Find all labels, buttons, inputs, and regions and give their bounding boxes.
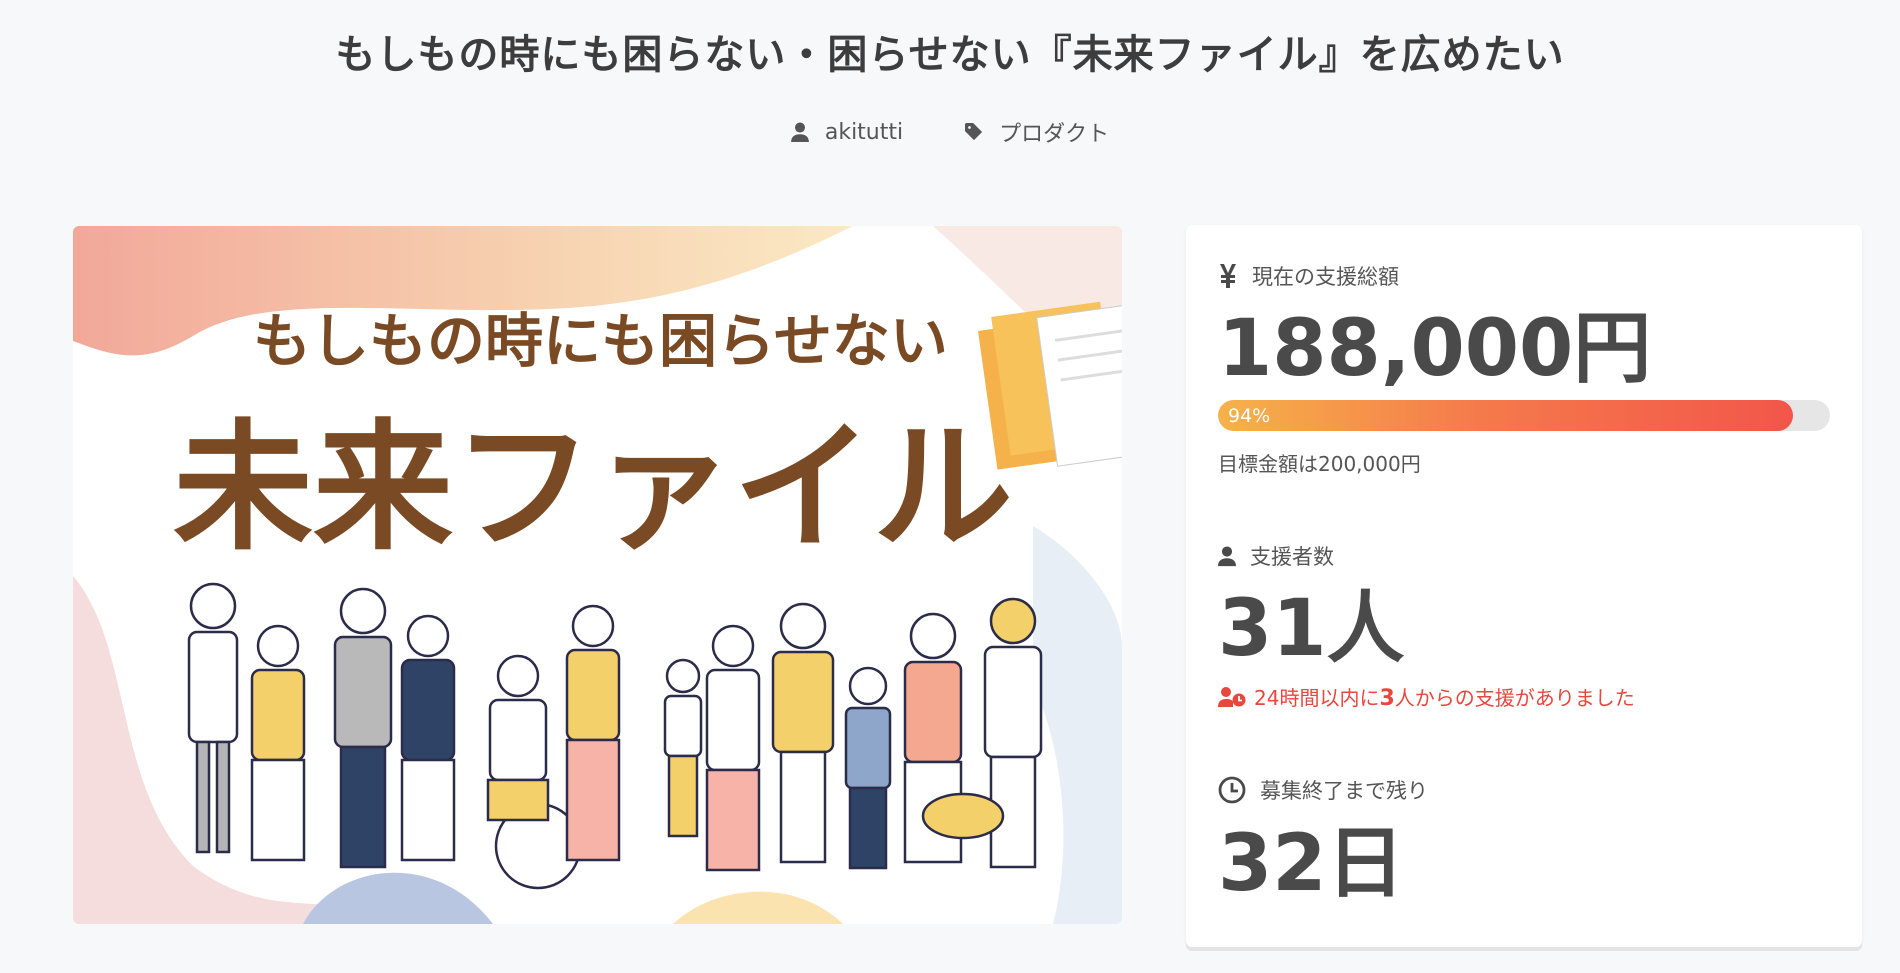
time-remaining-label: 募集終了まで残り bbox=[1218, 775, 1428, 805]
hero-illustration: もしもの時にも困らせない 未来ファイル bbox=[73, 226, 1122, 924]
project-hero-image[interactable]: もしもの時にも困らせない 未来ファイル bbox=[73, 226, 1122, 924]
total-amount: 188,000円 bbox=[1218, 304, 1652, 394]
user-clock-icon bbox=[1218, 686, 1246, 707]
supporter-count: 31人 bbox=[1218, 584, 1405, 674]
progress-percent: 94% bbox=[1228, 405, 1271, 427]
category-name[interactable]: プロダクト bbox=[999, 116, 1109, 148]
supporters-label: 支援者数 bbox=[1218, 541, 1334, 571]
user-icon bbox=[1218, 546, 1236, 567]
funding-stats-panel: 現在の支援総額 188,000円 94% 目標金額は200,000円 支援者数 … bbox=[1186, 225, 1862, 947]
progress-bar: 94% bbox=[1218, 400, 1830, 431]
total-amount-label: 現在の支援総額 bbox=[1218, 261, 1399, 291]
progress-bar-fill: 94% bbox=[1218, 400, 1794, 431]
author-name[interactable]: akitutti bbox=[825, 120, 903, 145]
clock-icon bbox=[1218, 776, 1246, 804]
hero-headline-large: 未来ファイル bbox=[173, 407, 1013, 570]
user-icon bbox=[790, 122, 809, 142]
category-link[interactable]: プロダクト bbox=[965, 116, 1109, 148]
goal-amount: 目標金額は200,000円 bbox=[1218, 452, 1421, 476]
recent-support-notice: 24時間以内に3人からの支援がありました bbox=[1218, 682, 1635, 711]
hero-headline-small: もしもの時にも困らせない bbox=[253, 307, 948, 375]
yen-icon bbox=[1220, 264, 1236, 288]
days-remaining: 32日 bbox=[1218, 819, 1405, 909]
tag-icon bbox=[965, 123, 983, 141]
project-meta: akitutti プロダクト bbox=[0, 116, 1900, 148]
author-link[interactable]: akitutti bbox=[790, 116, 903, 148]
page-title: もしもの時にも困らない・困らせない『未来ファイル』を広めたい bbox=[335, 32, 1565, 78]
